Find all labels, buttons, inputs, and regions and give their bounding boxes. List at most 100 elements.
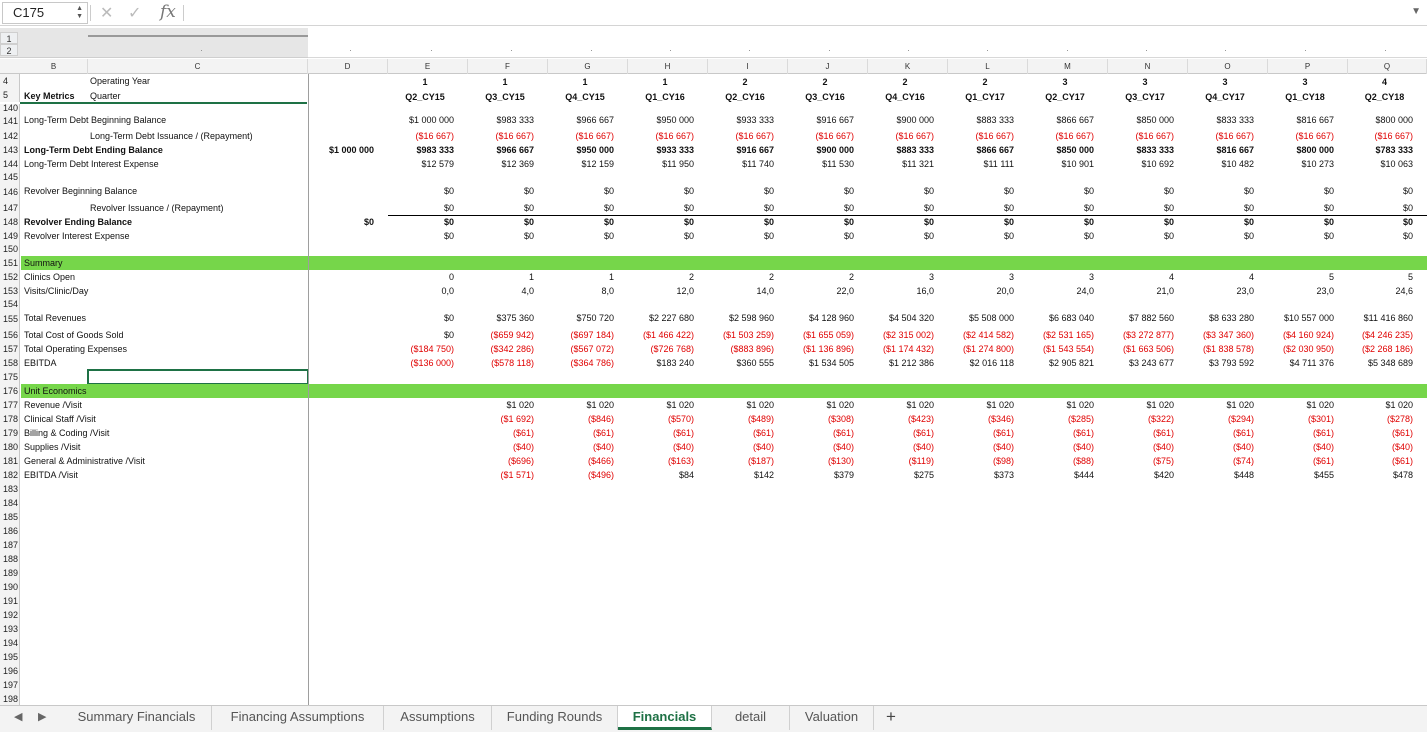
row-header[interactable]: 189 xyxy=(0,566,20,580)
row-header[interactable]: 141 xyxy=(0,113,20,129)
cell-value[interactable]: $12 369 xyxy=(468,157,534,171)
cell-value[interactable]: ($16 667) xyxy=(628,129,694,143)
cell-value[interactable]: ($75) xyxy=(1108,454,1174,468)
cell-value[interactable]: ($1 274 800) xyxy=(948,342,1014,356)
row-header[interactable]: 181 xyxy=(0,454,20,468)
cell-value[interactable]: $0 xyxy=(708,229,774,243)
name-box-spinner-icon[interactable]: ▲ ▼ xyxy=(76,5,83,21)
row-header[interactable]: 142 xyxy=(0,129,20,143)
cell-value[interactable]: $0 xyxy=(1028,215,1094,229)
cell-value[interactable]: $816 667 xyxy=(1188,143,1254,157)
cell-value[interactable]: $0 xyxy=(948,229,1014,243)
column-header-d[interactable]: D xyxy=(308,59,388,74)
cell-value[interactable]: $0 xyxy=(948,201,1014,215)
cell-value[interactable]: ($16 667) xyxy=(948,129,1014,143)
cancel-icon[interactable]: ✕ xyxy=(100,3,113,23)
cell-value[interactable]: ($61) xyxy=(628,426,694,440)
outline-collapse-dot[interactable]: · xyxy=(590,45,593,55)
cell-value[interactable]: ($1 571) xyxy=(468,468,534,482)
row-header[interactable]: 184 xyxy=(0,496,20,510)
cell-value[interactable]: $0 xyxy=(868,229,934,243)
cell-value[interactable]: $0 xyxy=(868,184,934,198)
cell-value[interactable]: ($130) xyxy=(788,454,854,468)
cell-value[interactable]: 4 xyxy=(1108,270,1174,284)
cell-value[interactable]: ($40) xyxy=(1108,440,1174,454)
cell-value[interactable]: ($40) xyxy=(708,440,774,454)
cell-value[interactable]: ($74) xyxy=(1188,454,1254,468)
cell-value[interactable]: 23,0 xyxy=(1188,284,1254,298)
cell-value[interactable]: ($696) xyxy=(468,454,534,468)
column-header-f[interactable]: F xyxy=(468,59,548,74)
cell-value[interactable]: $455 xyxy=(1268,468,1334,482)
cell-value[interactable]: $183 240 xyxy=(628,356,694,370)
cell-value[interactable]: ($489) xyxy=(708,412,774,426)
cell-value[interactable]: ($659 942) xyxy=(468,328,534,342)
row-header[interactable]: 152 xyxy=(0,270,20,284)
header-operating-year-label[interactable]: Operating Year xyxy=(90,74,290,88)
cell-value[interactable]: ($61) xyxy=(788,426,854,440)
cell-value[interactable]: $4 504 320 xyxy=(868,311,934,325)
sheet-tab-valuation[interactable]: Valuation xyxy=(790,706,874,730)
column-header-h[interactable]: H xyxy=(628,59,708,74)
header-year-value[interactable]: 2 xyxy=(868,75,942,89)
cell-value[interactable]: $0 xyxy=(788,229,854,243)
header-year-value[interactable]: 2 xyxy=(708,75,782,89)
row-header[interactable]: 186 xyxy=(0,524,20,538)
cell-value[interactable]: $2 016 118 xyxy=(948,356,1014,370)
cell-value[interactable]: $6 683 040 xyxy=(1028,311,1094,325)
cell-value[interactable]: $0 xyxy=(1348,215,1413,229)
cell-value[interactable]: ($1 838 578) xyxy=(1188,342,1254,356)
cell-value[interactable]: $10 557 000 xyxy=(1268,311,1334,325)
cell-value[interactable]: 3 xyxy=(948,270,1014,284)
header-quarter-value[interactable]: Q2_CY18 xyxy=(1348,90,1421,104)
cell-value[interactable]: $966 667 xyxy=(548,113,614,127)
row-label[interactable]: Total Revenues xyxy=(24,311,324,325)
cell-value[interactable]: $933 333 xyxy=(708,113,774,127)
header-quarter-value[interactable]: Q2_CY17 xyxy=(1028,90,1102,104)
outline-collapse-dot[interactable]: · xyxy=(669,45,672,55)
cell-value[interactable]: ($40) xyxy=(1348,440,1413,454)
cell-value[interactable]: $7 882 560 xyxy=(1108,311,1174,325)
header-year-value[interactable]: 2 xyxy=(948,75,1022,89)
cell-value[interactable]: $850 000 xyxy=(1108,113,1174,127)
header-quarter-value[interactable]: Q2_CY16 xyxy=(708,90,782,104)
add-sheet-icon[interactable]: + xyxy=(886,707,896,727)
header-quarter-value[interactable]: Q3_CY15 xyxy=(468,90,542,104)
row-header[interactable]: 194 xyxy=(0,636,20,650)
header-quarter-value[interactable]: Q4_CY16 xyxy=(868,90,942,104)
cell-value[interactable]: 16,0 xyxy=(868,284,934,298)
cell-value[interactable]: ($40) xyxy=(948,440,1014,454)
cell-value[interactable]: ($1 503 259) xyxy=(708,328,774,342)
cell-value[interactable]: $0 xyxy=(548,184,614,198)
cell-value[interactable]: ($3 272 877) xyxy=(1108,328,1174,342)
column-header-e[interactable]: E xyxy=(388,59,468,74)
cell-value[interactable]: ($163) xyxy=(628,454,694,468)
cell-value[interactable]: $0 xyxy=(708,184,774,198)
header-year-value[interactable]: 3 xyxy=(1268,75,1342,89)
cell-value[interactable]: $373 xyxy=(948,468,1014,482)
worksheet-grid[interactable]: 1 2 · · · · · · · · · · · · · · · BCDEFGHIJKLMNOPQ 4 Op… xyxy=(0,28,1427,705)
row-label[interactable]: Total Operating Expenses xyxy=(24,342,324,356)
cell-value[interactable]: ($346) xyxy=(948,412,1014,426)
cell-value[interactable]: ($2 414 582) xyxy=(948,328,1014,342)
cell-value[interactable]: $1 000 000 xyxy=(388,113,454,127)
row-header[interactable]: 149 xyxy=(0,229,20,243)
header-year-value[interactable]: 4 xyxy=(1348,75,1421,89)
cell-value[interactable]: ($883 896) xyxy=(708,342,774,356)
cell-value[interactable]: ($1 466 422) xyxy=(628,328,694,342)
row-header[interactable]: 151 xyxy=(0,256,20,270)
cell-value[interactable]: $0 xyxy=(1188,184,1254,198)
cell-value[interactable]: $1 020 xyxy=(1268,398,1334,412)
row-header[interactable]: 140 xyxy=(0,104,20,113)
cell-d[interactable]: $0 xyxy=(308,215,374,229)
cell-value[interactable]: ($40) xyxy=(1028,440,1094,454)
row-header[interactable]: 177 xyxy=(0,398,20,412)
cell-value[interactable]: ($16 667) xyxy=(388,129,454,143)
cell-value[interactable]: 8,0 xyxy=(548,284,614,298)
cell-value[interactable]: ($285) xyxy=(1028,412,1094,426)
cell-value[interactable]: $0 xyxy=(1028,184,1094,198)
cell-value[interactable]: $0 xyxy=(1268,201,1334,215)
cell-value[interactable]: $0 xyxy=(628,229,694,243)
cell-value[interactable]: $0 xyxy=(548,201,614,215)
cell-value[interactable]: ($187) xyxy=(708,454,774,468)
